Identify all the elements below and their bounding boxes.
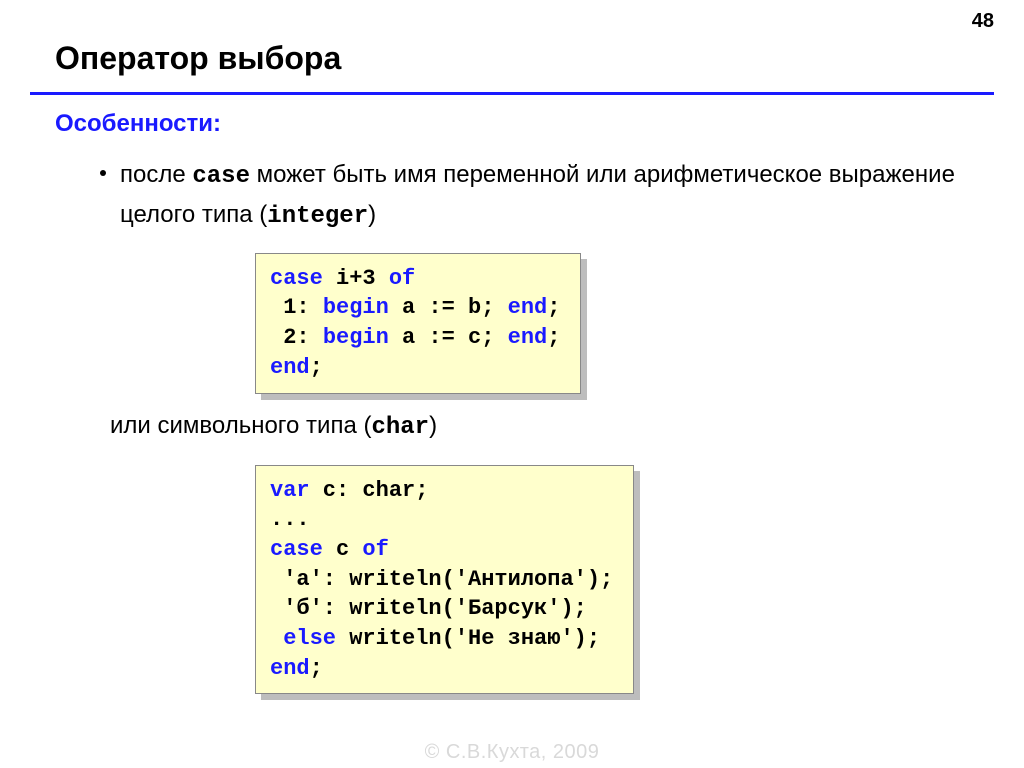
code-box: case i+3 of 1: begin a := b; end; 2: beg… [255,253,581,394]
page-number: 48 [972,10,994,33]
kw: end [508,325,548,350]
code-line: var c: char; [270,476,613,506]
kw: begin [323,325,389,350]
code-line: 'б': writeln('Барсук'); [270,594,613,624]
content-area: Особенности: после case может быть имя п… [55,110,969,706]
code-block-1: case i+3 of 1: begin a := b; end; 2: beg… [255,253,581,394]
slide-title: Оператор выбора [55,40,341,77]
code-line: end; [270,654,613,684]
text: ) [368,201,376,228]
code: ; [547,295,560,320]
code: 2: [270,325,323,350]
text: ) [429,412,437,439]
code-line: 2: begin a := c; end; [270,323,560,353]
text: после [120,161,192,188]
kw: end [270,656,310,681]
section-label: Особенности: [55,110,969,138]
text: или символьного типа ( [110,412,371,439]
code [270,626,283,651]
kw: case [270,266,323,291]
code-line: case c of [270,535,613,565]
kw: of [362,537,388,562]
code: 'а': writeln('Антилопа'); [270,567,613,592]
kw: case [270,537,323,562]
code: a := c; [389,325,508,350]
bullet-dot-icon [100,170,106,176]
code-line: end; [270,353,560,383]
footer-credit: © С.В.Кухта, 2009 [0,741,1024,764]
code-line: 1: begin a := b; end; [270,293,560,323]
keyword-case: case [192,163,250,190]
code: ... [270,507,310,532]
kw: end [508,295,548,320]
code-line: 'а': writeln('Антилопа'); [270,565,613,595]
code: 1: [270,295,323,320]
kw: end [270,355,310,380]
code: ; [310,656,323,681]
kw: else [283,626,336,651]
code: c: char; [310,478,429,503]
code: i+3 [323,266,389,291]
title-rule [30,92,994,95]
keyword-char: char [371,414,429,441]
code: ; [547,325,560,350]
kw: of [389,266,415,291]
code-line: else writeln('Не знаю'); [270,624,613,654]
code-block-2: var c: char; ... case c of 'а': writeln(… [255,465,634,695]
code: ; [310,355,323,380]
sub-text: или символьного типа (char) [110,412,969,441]
kw: begin [323,295,389,320]
code-line: ... [270,505,613,535]
keyword-integer: integer [267,203,368,230]
code: 'б': writeln('Барсук'); [270,596,587,621]
code-line: case i+3 of [270,264,560,294]
code-box: var c: char; ... case c of 'а': writeln(… [255,465,634,695]
bullet-text: после case может быть имя переменной или… [120,156,969,237]
code: a := b; [389,295,508,320]
code: writeln('Не знаю'); [336,626,600,651]
code: c [323,537,363,562]
kw: var [270,478,310,503]
bullet-item: после case может быть имя переменной или… [100,156,969,237]
